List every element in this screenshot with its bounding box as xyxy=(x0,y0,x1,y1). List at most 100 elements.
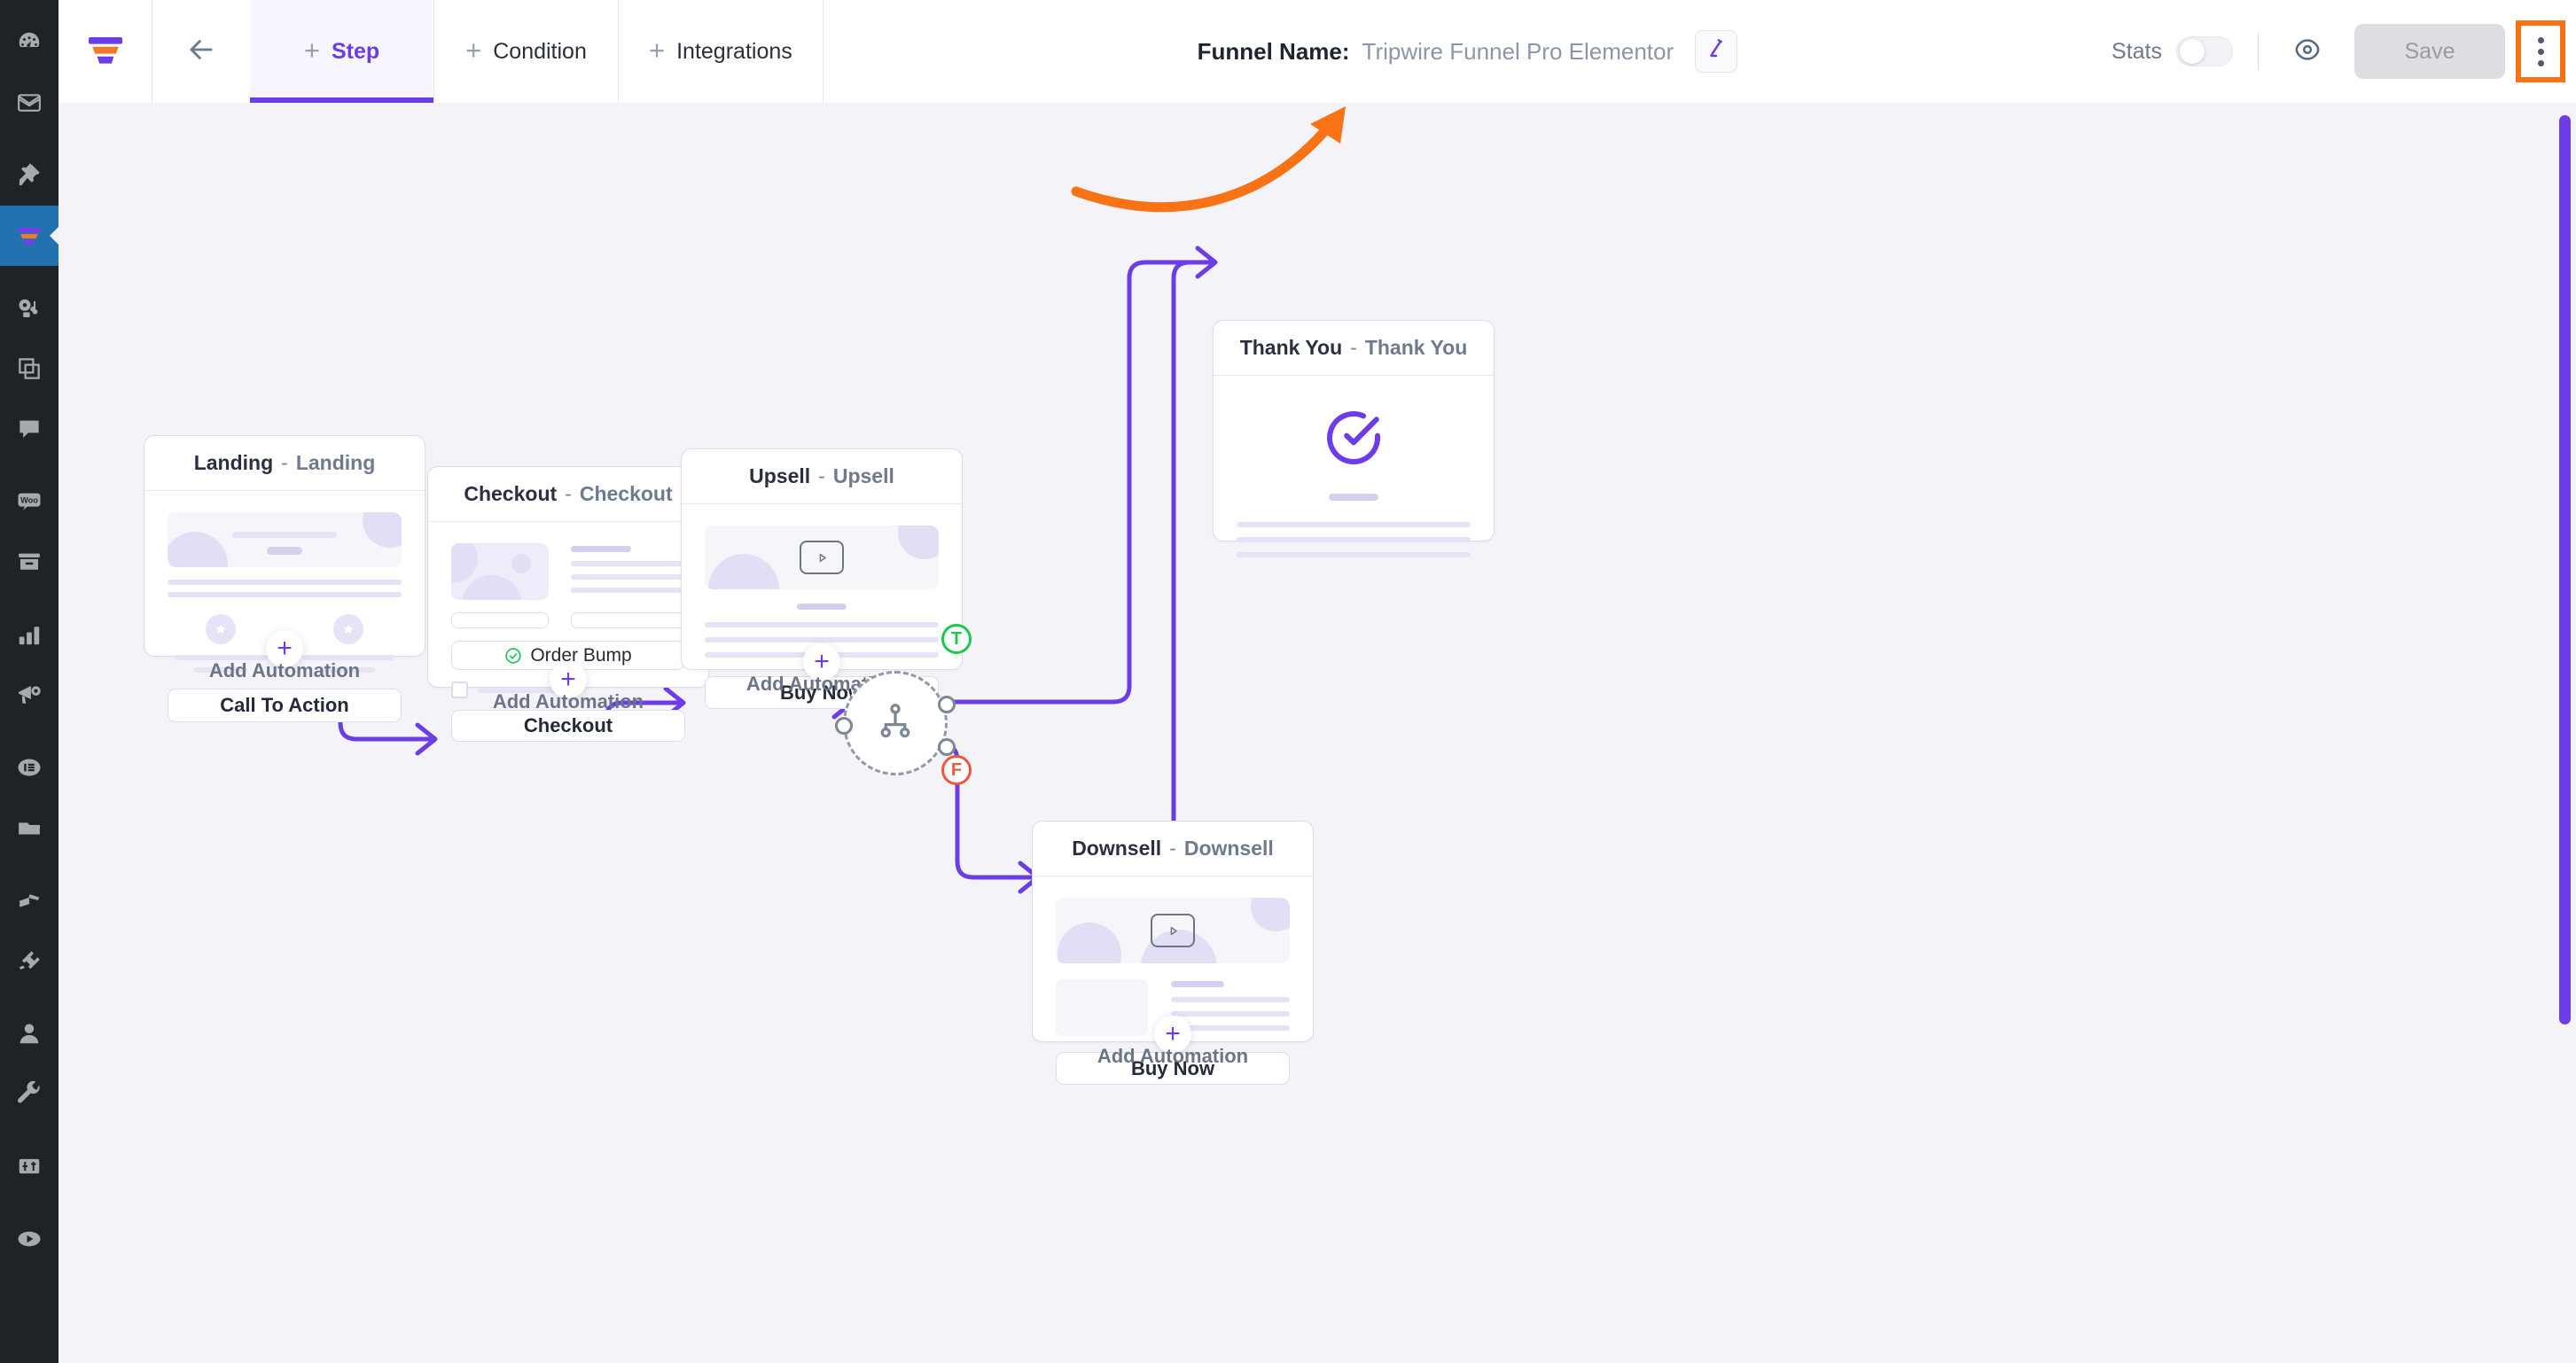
tab-integrations-label: Integrations xyxy=(676,38,792,64)
play-icon xyxy=(16,1226,43,1252)
archive-icon xyxy=(16,549,43,575)
tab-integrations[interactable]: + Integrations xyxy=(619,0,824,103)
sidebar-item-media[interactable] xyxy=(0,278,59,339)
sidebar-item-tools[interactable] xyxy=(0,1063,59,1124)
step-header: Thank You - Thank You xyxy=(1214,321,1494,376)
cta-button[interactable]: Call To Action xyxy=(168,689,402,722)
sidebar-item-pins[interactable] xyxy=(0,145,59,206)
plus-icon: + xyxy=(1165,1019,1181,1048)
save-button-label: Save xyxy=(2404,38,2455,64)
check-circle-icon xyxy=(504,647,522,665)
condition-node[interactable] xyxy=(835,671,956,775)
condition-true-badge: T xyxy=(941,624,972,654)
step-separator: - xyxy=(565,482,572,505)
save-button[interactable]: Save xyxy=(2354,24,2505,79)
step-card-landing[interactable]: Landing - Landing Call To Action xyxy=(144,435,425,722)
sidebar-item-dashboard[interactable] xyxy=(0,12,59,73)
back-button[interactable] xyxy=(152,0,250,103)
app-logo[interactable] xyxy=(59,0,152,103)
step-card-thankyou[interactable]: Thank You - Thank You xyxy=(1213,320,1495,557)
bar-chart-icon xyxy=(16,621,43,648)
edit-funnel-name-button[interactable] xyxy=(1695,30,1738,73)
tab-condition[interactable]: + Condition xyxy=(434,0,619,103)
tab-step-label: Step xyxy=(331,38,380,64)
funnel-icon xyxy=(16,222,43,249)
woo-icon: Woo xyxy=(16,488,43,515)
heading-placeholder xyxy=(1329,494,1378,501)
step-preview: Order Bump Checkout xyxy=(428,522,708,767)
plus-icon: + xyxy=(649,35,666,66)
funnel-logo-icon xyxy=(84,28,127,75)
step-card-upsell[interactable]: Upsell - Upsell Buy Now xyxy=(681,448,963,709)
media-icon xyxy=(16,295,43,322)
sidebar-item-plugins[interactable] xyxy=(0,931,59,991)
form-field[interactable] xyxy=(451,612,549,628)
step-card-downsell[interactable]: Downsell - Downsell Buy Now xyxy=(1032,821,1314,1085)
video-placeholder xyxy=(705,526,939,589)
sidebar-item-users[interactable] xyxy=(0,1003,59,1063)
heading-placeholder xyxy=(797,604,847,610)
success-check-icon xyxy=(1322,406,1386,474)
stats-label: Stats xyxy=(2112,38,2162,64)
cta-button[interactable]: Checkout xyxy=(451,710,685,742)
play-button-icon xyxy=(1151,914,1195,947)
sidebar-item-pages[interactable] xyxy=(0,339,59,399)
text-line xyxy=(705,637,939,643)
sidebar-item-mail[interactable] xyxy=(0,73,59,133)
sidebar-item-video[interactable] xyxy=(0,1209,59,1269)
condition-input-port[interactable] xyxy=(835,717,853,735)
pencil-icon xyxy=(1705,38,1728,66)
sidebar-item-elementor[interactable] xyxy=(0,737,59,798)
text-line xyxy=(1237,522,1471,527)
condition-true-port[interactable] xyxy=(938,696,956,713)
envelope-icon xyxy=(16,90,43,116)
text-line xyxy=(168,580,402,585)
preview-button[interactable] xyxy=(2283,27,2331,75)
step-card-checkout[interactable]: Checkout - Checkout Order Bump Checkout xyxy=(427,466,709,742)
sidebar-item-analytics[interactable] xyxy=(0,604,59,665)
canvas-vertical-scrollbar[interactable] xyxy=(2559,115,2571,1024)
sidebar-item-appearance[interactable] xyxy=(0,870,59,931)
step-header: Checkout - Checkout xyxy=(428,467,708,522)
step-preview xyxy=(1214,376,1494,582)
text-line xyxy=(705,622,939,627)
sidebar-item-settings[interactable] xyxy=(0,1136,59,1196)
comment-icon xyxy=(16,416,43,442)
sidebar-item-woocommerce[interactable]: Woo xyxy=(0,471,59,532)
sidebar-item-comments[interactable] xyxy=(0,399,59,459)
tab-step[interactable]: + Step xyxy=(250,0,434,103)
toolbar-actions: Stats Save xyxy=(2112,0,2576,103)
three-dots-vertical-icon xyxy=(2537,59,2544,66)
sidebar-item-products[interactable] xyxy=(0,532,59,592)
paintbrush-icon xyxy=(16,887,43,914)
condition-false-port[interactable] xyxy=(938,738,956,756)
toggle-knob xyxy=(2180,39,2205,64)
plus-icon: + xyxy=(814,647,830,676)
sidebar-item-templates[interactable] xyxy=(0,798,59,858)
elementor-icon xyxy=(16,754,43,781)
more-options-button[interactable] xyxy=(2516,20,2565,82)
toolbar-divider xyxy=(2258,33,2259,70)
sliders-icon xyxy=(16,1153,43,1180)
play-button-icon xyxy=(800,541,844,574)
feature-icon xyxy=(206,614,236,644)
split-hierarchy-icon xyxy=(875,701,916,746)
plus-icon: + xyxy=(560,665,576,694)
sidebar-item-funnels[interactable] xyxy=(0,206,59,266)
svg-text:Woo: Woo xyxy=(20,495,38,504)
cta-button-label: Checkout xyxy=(523,714,613,736)
form-field[interactable] xyxy=(571,612,685,628)
condition-false-label: F xyxy=(950,759,963,780)
megaphone-icon xyxy=(16,682,43,708)
cta-button-label: Call To Action xyxy=(220,694,349,716)
three-dots-vertical-icon xyxy=(2537,48,2544,55)
pin-icon xyxy=(16,162,43,189)
image-placeholder xyxy=(451,543,549,600)
feature-icon xyxy=(333,614,363,644)
sidebar-item-marketing[interactable] xyxy=(0,665,59,725)
stats-toggle[interactable] xyxy=(2176,36,2233,66)
eye-icon xyxy=(2292,35,2322,69)
text-line xyxy=(1237,537,1471,542)
wp-admin-sidebar: Woo xyxy=(0,0,59,1363)
funnel-canvas[interactable]: Landing - Landing Call To Action + Add A… xyxy=(59,103,2576,1363)
